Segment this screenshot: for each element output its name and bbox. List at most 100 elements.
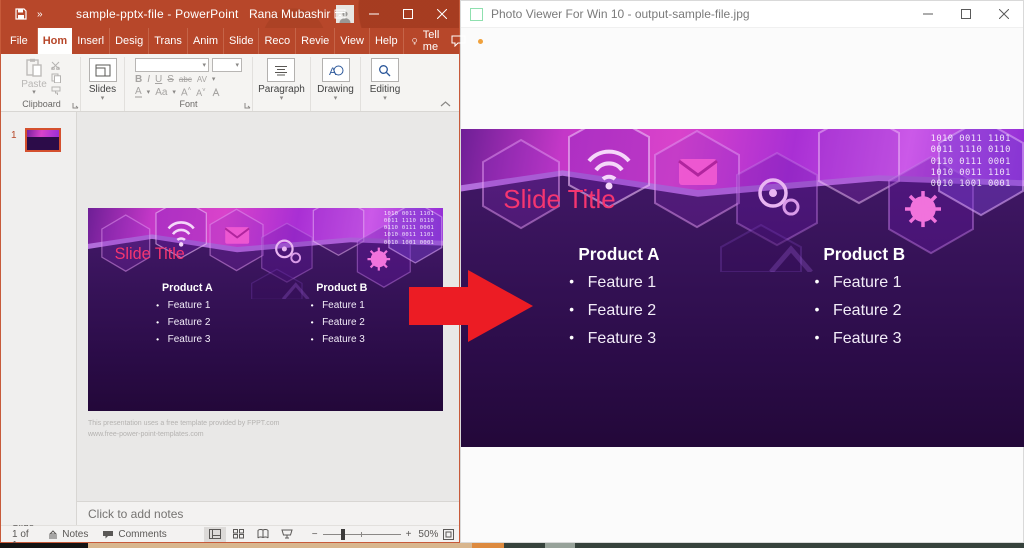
slides-button[interactable]: Slides ▾ <box>89 58 117 101</box>
product-a-column[interactable]: Product A Feature 1 Feature 2 Feature 3 <box>109 282 265 351</box>
minimize-button[interactable] <box>909 1 947 27</box>
find-icon <box>371 58 399 82</box>
underline-button[interactable]: U <box>155 74 162 85</box>
qat-customize-icon[interactable]: » <box>37 9 42 20</box>
thumbnail-number: 1 <box>11 130 17 141</box>
slide-thumbnail-panel: 1 <box>1 112 77 525</box>
font-color-button[interactable]: A <box>135 87 142 98</box>
slide-counter: Slide 1 of 1 <box>7 526 39 542</box>
product-b-column[interactable]: Product B Feature 1 Feature 2 Feature 3 <box>264 282 420 351</box>
product-b-column: Product B Feature 1 Feature 2 Feature 3 <box>740 245 988 357</box>
maximize-button[interactable] <box>391 0 425 28</box>
slide-title-text: Slide Title <box>503 186 615 215</box>
desktop: » sample-pptx-file - PowerPoint Rana Mub… <box>0 0 1024 548</box>
bold-button[interactable]: B <box>135 74 142 85</box>
slide-canvas[interactable]: 1010 0011 11010011 1110 0110 0110 0111 0… <box>88 208 443 411</box>
zoom-slider[interactable] <box>323 528 401 540</box>
group-label-clipboard: Clipboard <box>22 99 61 111</box>
editing-button[interactable]: Editing ▾ <box>370 58 401 101</box>
feature-item: Feature 3 <box>311 334 420 345</box>
paragraph-button[interactable]: Paragraph ▾ <box>258 58 305 101</box>
zoom-controls: − + 50% <box>312 528 455 540</box>
window-controls <box>323 0 459 28</box>
feature-item: Feature 3 <box>815 330 989 348</box>
group-label-font: Font <box>179 99 197 111</box>
change-case-button[interactable]: Aa <box>155 87 167 98</box>
collapse-ribbon-icon[interactable] <box>440 101 451 107</box>
tab-help[interactable]: Help <box>370 28 404 54</box>
notes-pane[interactable]: Click to add notes <box>77 501 459 525</box>
powerpoint-window: » sample-pptx-file - PowerPoint Rana Mub… <box>0 0 460 543</box>
maximize-button[interactable] <box>947 1 985 27</box>
comments-icon[interactable] <box>451 35 466 47</box>
character-spacing-button[interactable]: AV <box>197 75 207 84</box>
photo-viewer-window-controls <box>909 1 1023 27</box>
notes-toggle[interactable]: Notes <box>43 526 93 542</box>
strikethrough-button[interactable]: S <box>167 74 174 85</box>
photo-viewer-title: Photo Viewer For Win 10 - output-sample-… <box>491 7 750 21</box>
slide-editing-canvas[interactable]: 1010 0011 11010011 1110 0110 0110 0111 0… <box>77 112 459 501</box>
notes-icon <box>48 530 58 539</box>
clear-formatting-icon[interactable] <box>211 88 221 97</box>
paste-button[interactable]: Paste ▾ <box>21 58 47 96</box>
product-a-heading: Product A <box>495 245 743 265</box>
status-bar: Slide 1 of 1 Notes Comments <box>1 525 459 542</box>
fit-to-window-icon[interactable] <box>443 529 454 540</box>
drawing-button[interactable]: A Drawing ▾ <box>317 58 354 101</box>
zoom-out-button[interactable]: − <box>312 529 318 540</box>
tab-slideshow[interactable]: Slide <box>224 28 259 54</box>
tab-record[interactable]: Reco <box>259 28 296 54</box>
feature-item: Feature 1 <box>815 274 989 292</box>
tab-review[interactable]: Revie <box>296 28 335 54</box>
clear-strike-button[interactable]: abc <box>179 75 192 84</box>
comments-toggle[interactable]: Comments <box>97 526 171 542</box>
tab-transitions[interactable]: Trans <box>149 28 188 54</box>
tell-me-box[interactable]: Tell me <box>404 28 452 54</box>
tab-home[interactable]: Hom <box>38 28 72 54</box>
ribbon: Paste ▾ Clipboard <box>1 54 459 112</box>
font-name-select[interactable]: ▾ <box>135 58 209 72</box>
clipboard-dialog-launcher-icon[interactable] <box>72 102 79 109</box>
shrink-font-button[interactable]: A˅ <box>196 88 206 98</box>
ribbon-group-editing: Editing ▾ . <box>361 57 409 111</box>
font-dialog-launcher-icon[interactable] <box>244 102 251 109</box>
cut-icon[interactable] <box>51 61 62 70</box>
feature-item: Feature 3 <box>156 334 265 345</box>
tab-file[interactable]: File <box>1 28 38 54</box>
output-image: 1010 0011 11010011 1110 0110 0110 0111 0… <box>461 129 1024 447</box>
feature-item: Feature 3 <box>569 330 743 348</box>
ribbon-group-clipboard: Paste ▾ Clipboard <box>3 57 81 111</box>
product-b-heading: Product B <box>740 245 988 265</box>
close-button[interactable] <box>425 0 459 28</box>
tab-animations[interactable]: Anim <box>188 28 224 54</box>
ribbon-display-options-icon[interactable] <box>323 0 357 28</box>
slide-thumbnail[interactable] <box>25 128 61 152</box>
tab-view[interactable]: View <box>335 28 370 54</box>
grow-font-button[interactable]: A˄ <box>181 87 191 98</box>
copy-icon[interactable] <box>51 73 62 83</box>
feature-item: Feature 1 <box>311 300 420 311</box>
reading-view-button[interactable] <box>252 527 274 542</box>
zoom-level[interactable]: 50% <box>416 529 438 540</box>
zoom-in-button[interactable]: + <box>406 529 412 540</box>
tab-insert[interactable]: Inserl <box>72 28 110 54</box>
slide-sorter-view-button[interactable] <box>228 527 250 542</box>
view-switcher <box>204 527 298 542</box>
drawing-icon: A <box>322 58 350 82</box>
format-painter-icon[interactable] <box>51 86 62 96</box>
minimize-button[interactable] <box>357 0 391 28</box>
font-size-select[interactable]: ▾ <box>212 58 242 72</box>
conversion-arrow <box>405 266 537 346</box>
feature-item: Feature 2 <box>569 302 743 320</box>
drawing-label: Drawing <box>317 84 354 95</box>
tab-design[interactable]: Desig <box>110 28 149 54</box>
slideshow-view-button[interactable] <box>276 527 298 542</box>
feature-item: Feature 2 <box>156 317 265 328</box>
italic-button[interactable]: I <box>147 74 150 85</box>
close-button[interactable] <box>985 1 1023 27</box>
slide-title-text[interactable]: Slide Title <box>115 245 185 264</box>
photo-viewer-window: Photo Viewer For Win 10 - output-sample-… <box>460 0 1024 543</box>
normal-view-button[interactable] <box>204 527 226 542</box>
save-icon[interactable] <box>15 8 27 20</box>
binary-decoration: 1010 0011 11010011 1110 0110 0110 0111 0… <box>931 134 1011 191</box>
